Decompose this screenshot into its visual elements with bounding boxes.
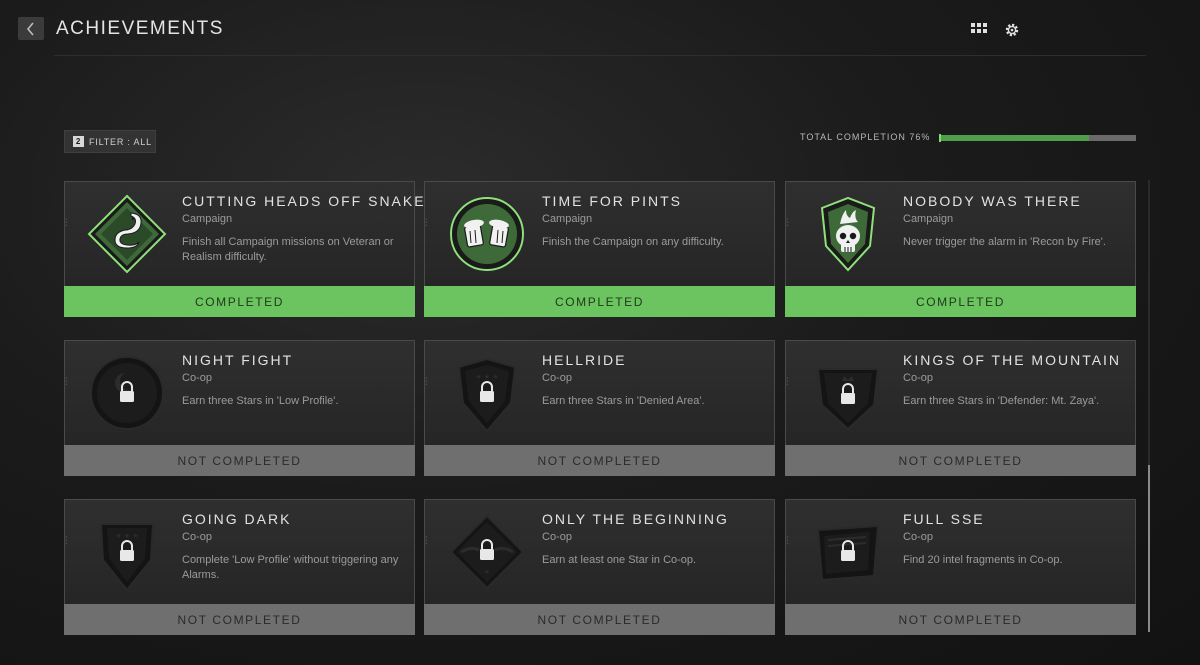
- achievement-card[interactable]: ••• NOBODY WAS THERE Campaign Never trig…: [783, 181, 1136, 317]
- achievements-screen: ACHIEVEMENTS 2 FILTER : ALL TOTAL COMPLE…: [0, 0, 1200, 665]
- achievement-card[interactable]: ••• ★ ★ ★ GOING DARK Co-op Complete 'Low…: [62, 499, 415, 635]
- achievement-description: Finish the Campaign on any difficulty.: [542, 236, 724, 248]
- achievement-card[interactable]: ••• KINGS OF THE MOUNTAIN Co-op Earn thr…: [783, 340, 1136, 476]
- achievement-status: NOT COMPLETED: [64, 445, 415, 476]
- achievement-status: COMPLETED: [424, 286, 775, 317]
- achievement-category: Co-op: [903, 372, 933, 384]
- locked-winged-badge-icon: ★: [449, 514, 525, 590]
- achievement-category: Co-op: [182, 531, 212, 543]
- beer-mugs-icon: [450, 197, 524, 271]
- achievement-status: NOT COMPLETED: [785, 604, 1136, 635]
- completion-value: 76%: [909, 132, 931, 142]
- scrollbar-thumb[interactable]: [1148, 465, 1150, 632]
- gear-icon: [1005, 23, 1019, 37]
- achievement-name: CUTTING HEADS OFF SNAKES: [182, 193, 437, 209]
- locked-shield-icon: ★ ★ ★: [457, 357, 517, 433]
- card-tag: •••: [783, 377, 789, 387]
- achievement-description: Find 20 intel fragments in Co-op.: [903, 554, 1063, 566]
- achievement-status: NOT COMPLETED: [785, 445, 1136, 476]
- card-tag: •••: [783, 536, 789, 546]
- achievement-status: NOT COMPLETED: [424, 604, 775, 635]
- card-tag: •••: [422, 377, 428, 387]
- achievement-description: Earn at least one Star in Co-op.: [542, 554, 697, 566]
- achievement-card[interactable]: ••• ★ ★ ★ HELLRIDE Co-op Earn three Star…: [422, 340, 775, 476]
- grid-view-button[interactable]: [971, 23, 987, 37]
- achievement-name: NIGHT FIGHT: [182, 352, 294, 368]
- achievement-card[interactable]: ••• FULL SSE Co-op Find 20 intel fragmen…: [783, 499, 1136, 635]
- card-tag: •••: [422, 536, 428, 546]
- svg-text:★ ★ ★: ★ ★ ★: [115, 532, 138, 540]
- filter-button[interactable]: 2 FILTER : ALL: [64, 130, 156, 153]
- locked-intel-icon: [816, 524, 880, 582]
- achievement-card[interactable]: ••• TIME FOR PINTS Campaign Finish the C…: [422, 181, 775, 317]
- achievement-category: Campaign: [542, 213, 593, 225]
- achievement-card[interactable]: ••• NIGHT FIGHT Co-op Earn three Stars i…: [62, 340, 415, 476]
- page-title: ACHIEVEMENTS: [56, 18, 224, 39]
- completion-progress-fill: [939, 135, 1089, 141]
- achievement-description: Never trigger the alarm in 'Recon by Fir…: [903, 236, 1106, 248]
- total-completion: TOTAL COMPLETION 76%: [800, 132, 1140, 146]
- flaming-skull-icon: [820, 196, 876, 272]
- completion-progress-cap: [939, 134, 941, 142]
- back-button[interactable]: [18, 17, 44, 40]
- completion-label-row: TOTAL COMPLETION 76%: [800, 132, 930, 142]
- top-bar: ACHIEVEMENTS: [0, 0, 1200, 56]
- svg-text:★: ★: [484, 568, 490, 576]
- achievement-category: Campaign: [182, 213, 233, 225]
- card-tag: •••: [62, 536, 68, 546]
- locked-shield-icon: ★ ★ ★: [99, 523, 155, 592]
- achievement-status: NOT COMPLETED: [424, 445, 775, 476]
- achievement-description: Earn three Stars in 'Low Profile'.: [182, 395, 339, 407]
- achievement-name: FULL SSE: [903, 511, 985, 527]
- svg-text:★ ★ ★: ★ ★ ★: [475, 373, 498, 381]
- card-tag: •••: [422, 218, 428, 228]
- completion-progress-bar: [939, 134, 1136, 142]
- achievement-category: Co-op: [182, 372, 212, 384]
- filter-label: FILTER : ALL: [89, 136, 152, 147]
- card-tag: •••: [783, 218, 789, 228]
- achievement-category: Campaign: [903, 213, 954, 225]
- filter-count-badge: 2: [73, 136, 84, 147]
- achievement-description: Earn three Stars in 'Denied Area'.: [542, 395, 705, 407]
- achievement-description: Complete 'Low Profile' without triggerin…: [182, 554, 399, 581]
- achievement-status: COMPLETED: [64, 286, 415, 317]
- achievement-name: NOBODY WAS THERE: [903, 193, 1082, 209]
- completion-label: TOTAL COMPLETION: [800, 132, 906, 142]
- achievement-category: Co-op: [542, 531, 572, 543]
- achievement-description: Finish all Campaign missions on Veteran …: [182, 236, 394, 263]
- snake-emblem-icon: [87, 194, 167, 274]
- achievement-card[interactable]: ••• CUTTING HEADS OFF SNAKES Campaign Fi…: [62, 181, 435, 317]
- achievement-status: NOT COMPLETED: [64, 604, 415, 635]
- chevron-left-icon: [26, 21, 34, 36]
- achievement-name: TIME FOR PINTS: [542, 193, 682, 209]
- achievement-name: GOING DARK: [182, 511, 292, 527]
- settings-button[interactable]: [1001, 19, 1023, 41]
- locked-moon-badge-icon: [90, 356, 164, 430]
- card-tag: •••: [62, 377, 68, 387]
- achievement-name: ONLY THE BEGINNING: [542, 511, 729, 527]
- grid-view-icon: [971, 23, 987, 33]
- locked-crown-shield-icon: [816, 368, 880, 431]
- achievement-name: HELLRIDE: [542, 352, 627, 368]
- achievement-category: Co-op: [542, 372, 572, 384]
- achievement-category: Co-op: [903, 531, 933, 543]
- achievement-card[interactable]: ••• ★ ONLY THE BEGINNING Co-op Earn at l…: [422, 499, 775, 635]
- achievement-description: Earn three Stars in 'Defender: Mt. Zaya'…: [903, 395, 1100, 407]
- header-divider: [54, 55, 1146, 56]
- achievement-name: KINGS OF THE MOUNTAIN: [903, 352, 1122, 368]
- achievement-status: COMPLETED: [785, 286, 1136, 317]
- card-tag: •••: [62, 218, 68, 228]
